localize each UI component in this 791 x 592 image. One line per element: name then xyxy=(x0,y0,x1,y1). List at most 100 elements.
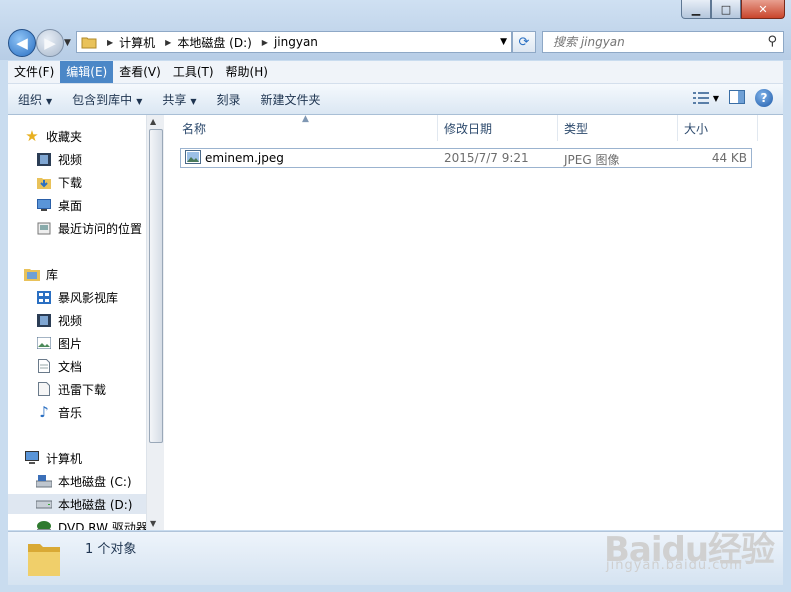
nav-dvd-drive[interactable]: DVD RW 驱动器 xyxy=(36,517,146,530)
include-library-button[interactable]: 包含到库中 ▼ xyxy=(62,91,152,108)
breadcrumb-computer[interactable]: 计算机 xyxy=(115,34,159,51)
menu-edit[interactable]: 编辑(E) xyxy=(60,61,114,83)
menu-file[interactable]: 文件(F) xyxy=(8,61,60,83)
details-view-icon xyxy=(692,92,709,104)
folder-icon xyxy=(77,35,101,49)
media-library-icon xyxy=(36,290,52,304)
close-button[interactable]: ✕ xyxy=(741,0,785,19)
search-input[interactable] xyxy=(551,34,765,50)
chevron-down-icon: ▼ xyxy=(64,38,71,48)
nav-library-videos[interactable]: 视频 xyxy=(36,310,146,330)
nav-favorites[interactable]: ★ 收藏夹 xyxy=(24,126,146,146)
nav-libraries-label: 库 xyxy=(46,267,59,282)
recent-pages-dropdown[interactable]: ▼ xyxy=(64,38,71,48)
minimize-button[interactable]: ▁ xyxy=(681,0,711,19)
nav-drive-c[interactable]: 本地磁盘 (C:) xyxy=(36,471,146,491)
nav-computer-label: 计算机 xyxy=(46,451,83,466)
nav-libraries[interactable]: 库 xyxy=(24,264,146,284)
arrow-left-icon: ◀ xyxy=(16,34,28,52)
chevron-down-icon: ▼ xyxy=(190,96,197,106)
nav-item-label: 本地磁盘 (C:) xyxy=(58,474,132,489)
nav-item-label: 桌面 xyxy=(58,198,83,213)
film-icon xyxy=(36,152,52,166)
music-note-icon: ♪ xyxy=(39,403,49,421)
download-folder-icon xyxy=(36,175,52,189)
forward-button[interactable]: ▶ xyxy=(36,29,64,57)
maximize-button[interactable]: □ xyxy=(711,0,741,19)
film-icon xyxy=(36,313,52,327)
new-folder-button[interactable]: 新建文件夹 xyxy=(251,91,331,108)
image-file-icon xyxy=(185,150,201,167)
baidu-watermark-url: jingyan.baidu.com xyxy=(606,558,743,573)
document-icon xyxy=(36,382,52,396)
breadcrumb-drive-d[interactable]: 本地磁盘 (D:) xyxy=(173,34,255,51)
nav-item-label: 最近访问的位置 xyxy=(58,221,143,236)
nav-item-label: 本地磁盘 (D:) xyxy=(58,497,133,512)
column-date-label: 修改日期 xyxy=(444,121,493,136)
chevron-down-icon: ▼ xyxy=(136,96,143,106)
preview-pane-icon xyxy=(729,89,745,104)
column-type-label: 类型 xyxy=(564,121,589,136)
nav-item-label: DVD RW 驱动器 xyxy=(58,520,146,531)
command-bar: 组织 ▼ 包含到库中 ▼ 共享 ▼ 刻录 新建文件夹 ▼ ? xyxy=(8,84,783,115)
nav-item-label: 暴风影视库 xyxy=(58,290,119,305)
organize-button[interactable]: 组织 ▼ xyxy=(8,91,62,108)
nav-favorites-desktop[interactable]: 桌面 xyxy=(36,195,146,215)
view-options-button[interactable]: ▼ xyxy=(692,91,719,105)
dvd-drive-icon xyxy=(36,520,52,530)
scroll-up-icon[interactable]: ▲ xyxy=(150,117,156,126)
nav-item-label: 图片 xyxy=(58,336,83,351)
nav-favorites-videos[interactable]: 视频 xyxy=(36,149,146,169)
column-header-size[interactable]: 大小 xyxy=(678,115,758,141)
address-dropdown-icon[interactable]: ▼ xyxy=(500,37,507,47)
file-list-pane: ▲ 名称 修改日期 类型 大小 eminem.jpeg 2015/7/7 9:2… xyxy=(164,114,783,530)
item-count: 1 个对象 xyxy=(85,542,137,557)
desktop-icon xyxy=(36,198,52,212)
column-size-label: 大小 xyxy=(684,121,709,136)
breadcrumb-separator-icon[interactable]: ▶ xyxy=(101,38,115,47)
caption-buttons: ▁ □ ✕ xyxy=(681,0,785,20)
scroll-down-icon[interactable]: ▼ xyxy=(150,519,156,528)
search-icon[interactable]: ⚲ xyxy=(767,34,777,49)
nav-drive-d[interactable]: 本地磁盘 (D:) xyxy=(8,494,146,514)
menu-help[interactable]: 帮助(H) xyxy=(220,61,274,83)
nav-item-label: 迅雷下载 xyxy=(58,382,107,397)
nav-favorites-recent[interactable]: 最近访问的位置 xyxy=(36,218,146,238)
address-bar[interactable]: ▶ 计算机 ▶ 本地磁盘 (D:) ▶ jingyan ▼ xyxy=(76,31,512,53)
column-header-name[interactable]: 名称 xyxy=(176,115,438,141)
nav-library-music[interactable]: ♪ 音乐 xyxy=(36,402,146,422)
menu-bar: 文件(F) 编辑(E) 查看(V) 工具(T) 帮助(H) xyxy=(8,61,783,84)
nav-computer[interactable]: 计算机 xyxy=(24,448,146,468)
back-button[interactable]: ◀ xyxy=(8,29,36,57)
nav-item-label: 下载 xyxy=(58,175,83,190)
picture-icon xyxy=(36,336,52,350)
breadcrumb-separator-icon[interactable]: ▶ xyxy=(256,38,270,47)
nav-favorites-label: 收藏夹 xyxy=(46,129,83,144)
nav-library-pictures[interactable]: 图片 xyxy=(36,333,146,353)
nav-library-xunlei[interactable]: 迅雷下载 xyxy=(36,379,146,399)
share-button[interactable]: 共享 ▼ xyxy=(152,91,206,108)
nav-favorites-downloads[interactable]: 下载 xyxy=(36,172,146,192)
breadcrumb-jingyan[interactable]: jingyan xyxy=(270,35,322,49)
help-button[interactable]: ? xyxy=(755,89,773,107)
nav-library-baofeng[interactable]: 暴风影视库 xyxy=(36,287,146,307)
organize-label: 组织 xyxy=(18,92,43,107)
column-header-type[interactable]: 类型 xyxy=(558,115,678,141)
file-row[interactable]: eminem.jpeg 2015/7/7 9:21 JPEG 图像 44 KB xyxy=(180,148,752,168)
file-name: eminem.jpeg xyxy=(205,151,284,165)
column-header-date[interactable]: 修改日期 xyxy=(438,115,558,141)
scrollbar-thumb[interactable] xyxy=(149,129,163,443)
nav-item-label: 文档 xyxy=(58,359,83,374)
menu-view[interactable]: 查看(V) xyxy=(113,61,167,83)
breadcrumb-separator-icon[interactable]: ▶ xyxy=(159,38,173,47)
library-icon xyxy=(24,267,40,281)
nav-library-documents[interactable]: 文档 xyxy=(36,356,146,376)
search-box[interactable]: ⚲ xyxy=(542,31,784,53)
chevron-down-icon: ▼ xyxy=(712,93,719,103)
refresh-button[interactable]: ⟳ xyxy=(512,31,536,53)
preview-pane-button[interactable] xyxy=(729,89,745,107)
burn-button[interactable]: 刻录 xyxy=(207,91,251,108)
file-size: 44 KB xyxy=(711,151,747,165)
navigation-scrollbar[interactable]: ▲ ▼ xyxy=(146,115,164,530)
menu-tools[interactable]: 工具(T) xyxy=(167,61,220,83)
